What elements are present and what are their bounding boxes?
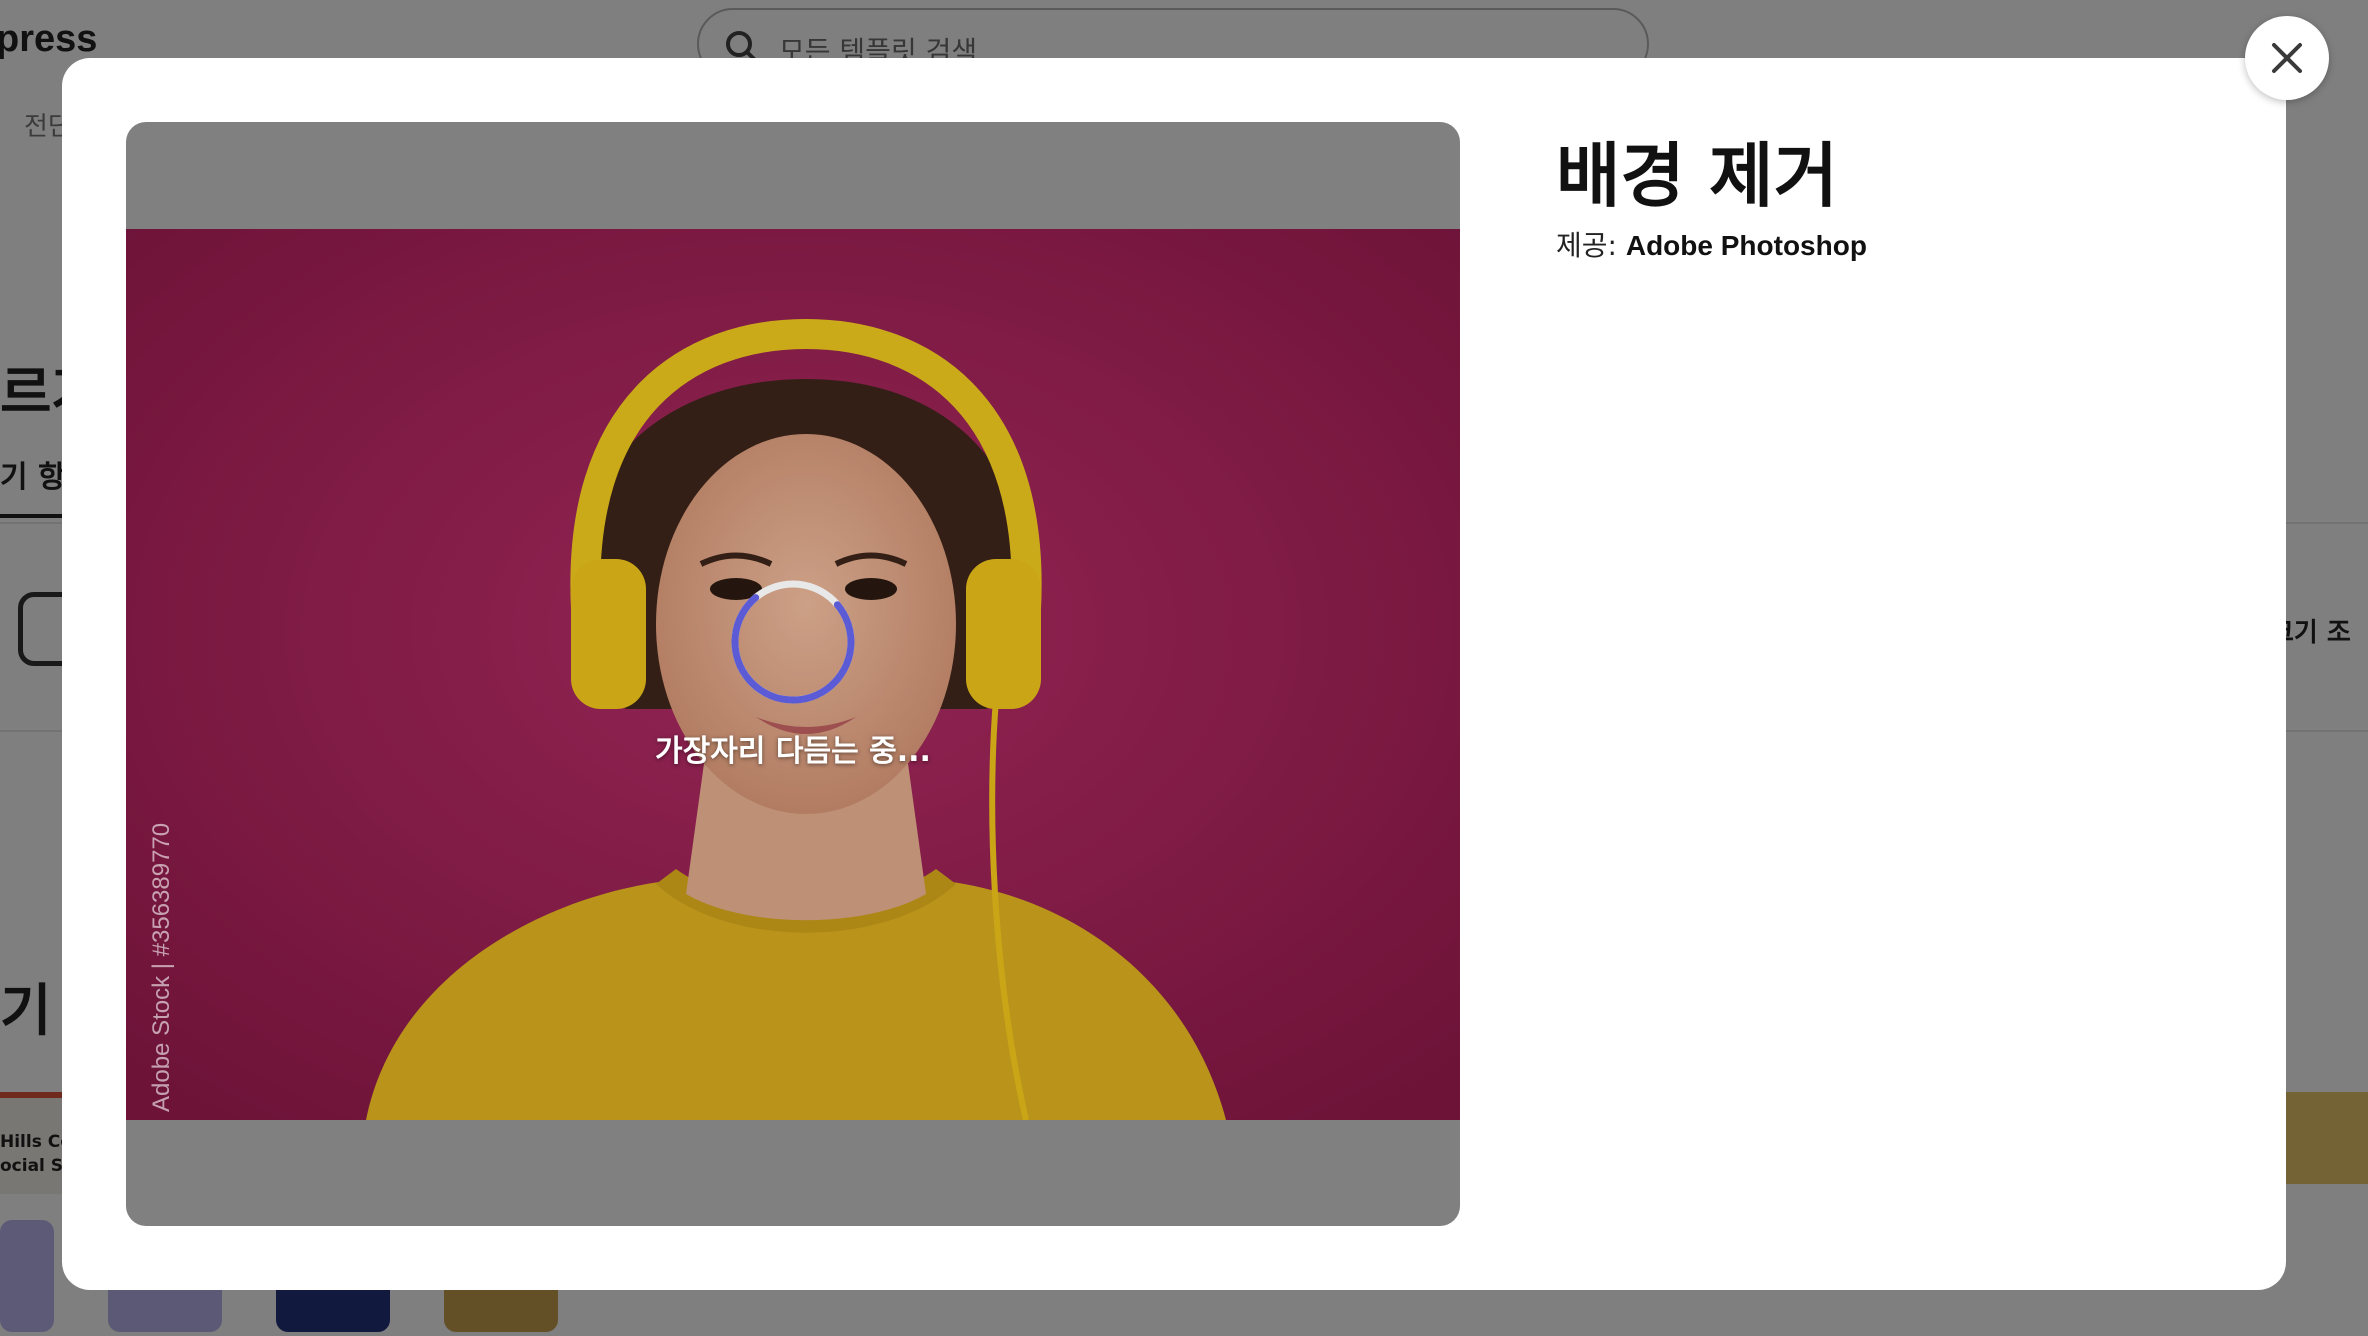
remove-background-dialog: Adobe Stock | #356389770 가장자리 다듬는 중... 배… (62, 58, 2286, 1290)
loading-spinner-icon (731, 580, 855, 704)
provider-name: Adobe Photoshop (1625, 230, 1867, 261)
provider-label: 제공: (1556, 229, 1626, 262)
dialog-title: 배경 제거 (1556, 135, 1838, 217)
stock-watermark: Adobe Stock | #356389770 (148, 822, 175, 1112)
provider-info: 제공: Adobe Photoshop (1556, 224, 1867, 264)
image-preview-frame: Adobe Stock | #356389770 가장자리 다듬는 중... (126, 122, 1460, 1226)
close-icon (2272, 43, 2302, 73)
close-button[interactable] (2245, 16, 2329, 100)
processing-status: 가장자리 다듬는 중... (655, 734, 931, 769)
